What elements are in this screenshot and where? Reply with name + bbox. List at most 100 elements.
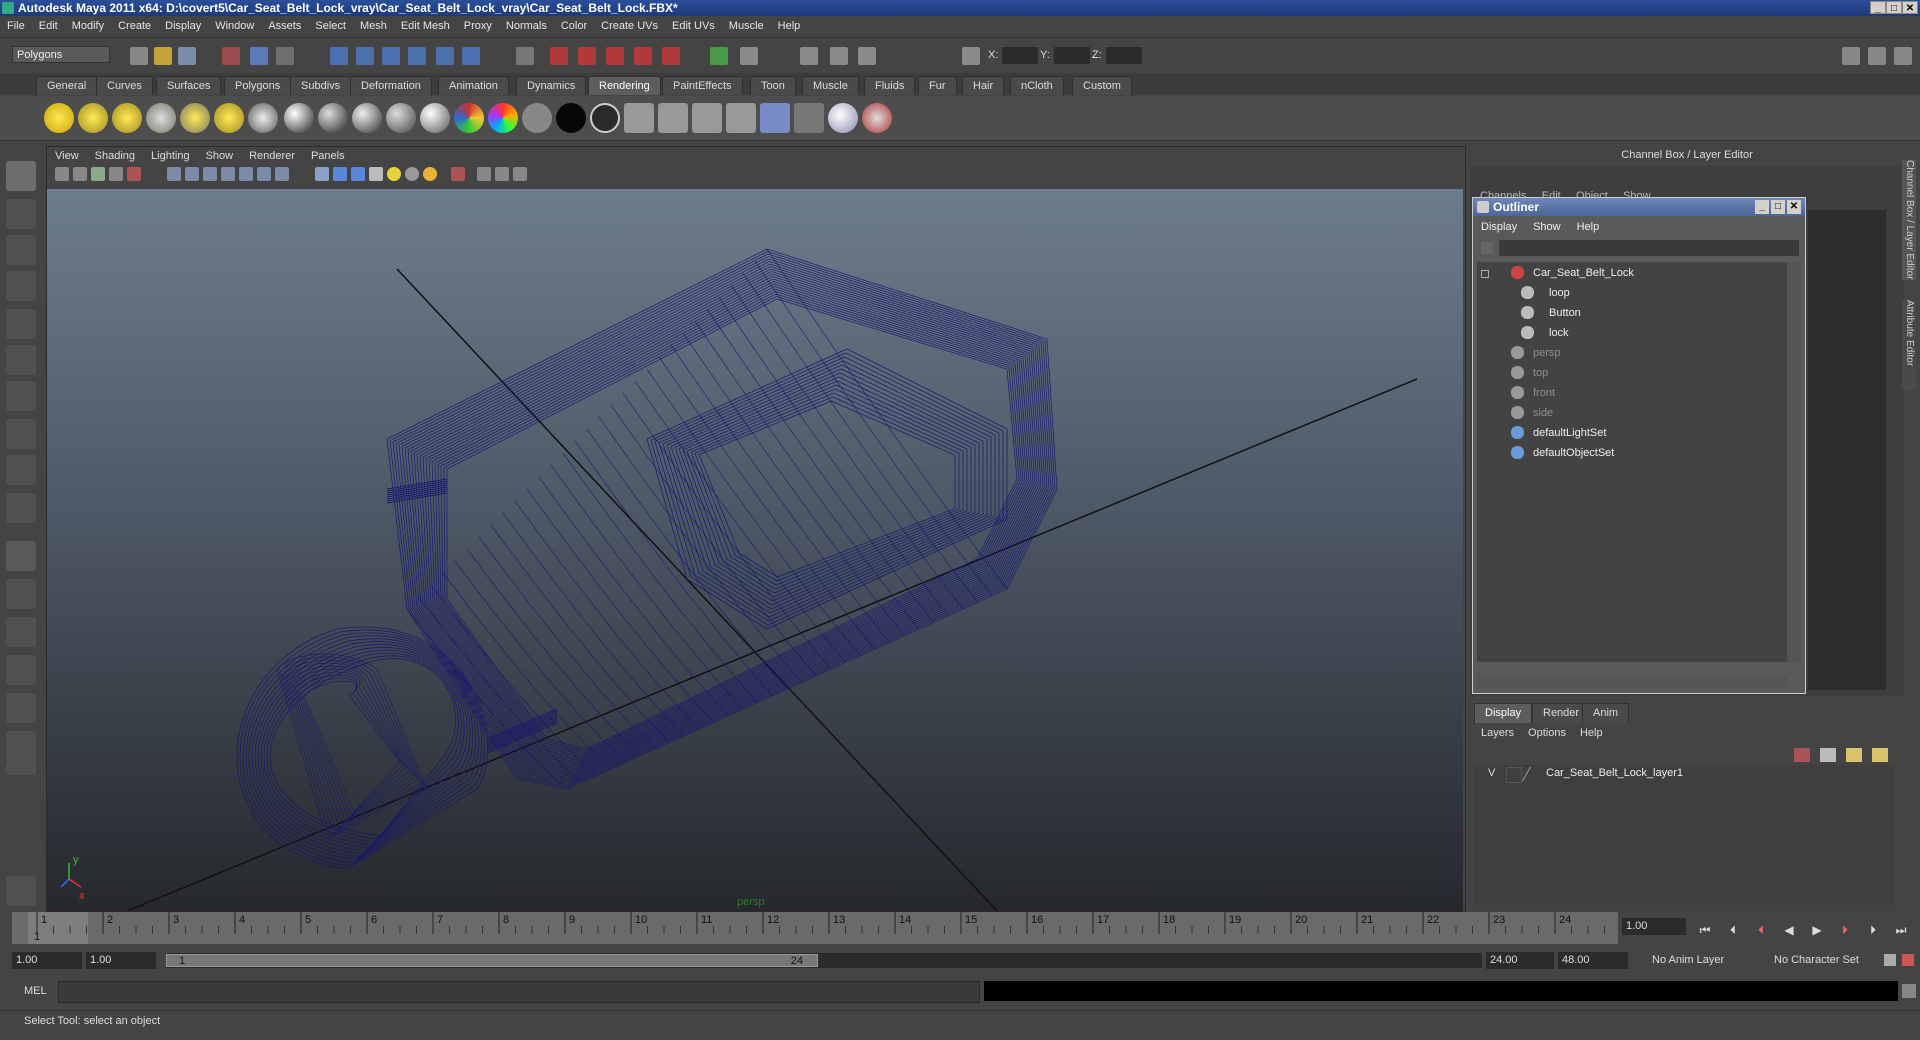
- outliner-item[interactable]: Car_Seat_Belt_Lock: [1481, 264, 1761, 282]
- graph-editor-layout-icon[interactable]: [6, 731, 36, 761]
- area-light-icon[interactable]: [180, 103, 210, 133]
- menu-file[interactable]: File: [0, 17, 32, 36]
- shelf-tab-rendering[interactable]: Rendering: [588, 76, 661, 95]
- textured-icon[interactable]: [369, 167, 383, 181]
- outliner-item[interactable]: defaultObjectSet: [1481, 444, 1761, 462]
- outliner-filter-field[interactable]: [1499, 240, 1799, 256]
- shelf-tab-toon[interactable]: Toon: [750, 76, 796, 95]
- snap-live-icon[interactable]: [436, 47, 454, 65]
- current-time-field[interactable]: 1.00: [1622, 918, 1686, 935]
- backface-culling-icon[interactable]: [513, 167, 527, 181]
- attribute-editor-toggle-icon[interactable]: [1842, 47, 1860, 65]
- menu-edit-mesh[interactable]: Edit Mesh: [394, 17, 457, 36]
- viewport-3d[interactable]: y x persp: [47, 189, 1463, 911]
- play-forwards-icon[interactable]: ▶: [1808, 922, 1826, 938]
- four-view-layout-icon[interactable]: [6, 579, 36, 609]
- shelf-tab-surfaces[interactable]: Surfaces: [156, 76, 222, 95]
- layer-move-icon[interactable]: [1872, 748, 1888, 762]
- shelf-tab-custom[interactable]: Custom: [1072, 76, 1132, 95]
- hypershade-icon[interactable]: [634, 47, 652, 65]
- render-frame-icon[interactable]: [550, 47, 568, 65]
- layer-menu-help[interactable]: Help: [1573, 724, 1610, 742]
- paint-select-tool-icon[interactable]: [6, 235, 36, 265]
- history-icon[interactable]: [462, 47, 480, 65]
- step-back-frame-icon[interactable]: ⏴: [1752, 922, 1770, 938]
- texture-editor-icon[interactable]: [248, 103, 278, 133]
- tool-settings-toggle-icon[interactable]: [1868, 47, 1886, 65]
- phonge-shader-icon[interactable]: [420, 103, 450, 133]
- animation-preferences-icon[interactable]: [1902, 954, 1914, 966]
- auto-key-icon[interactable]: [1884, 954, 1896, 966]
- layer-options-icon[interactable]: [1846, 748, 1862, 762]
- step-back-key-icon[interactable]: ⏴: [1724, 922, 1742, 938]
- two-d-pan-icon[interactable]: [127, 167, 141, 181]
- y-field[interactable]: [1054, 47, 1090, 64]
- anim-layer-dropdown[interactable]: No Anim Layer: [1648, 952, 1758, 969]
- ipr-render-icon[interactable]: [578, 47, 596, 65]
- range-slider-handle[interactable]: 1 24: [166, 954, 818, 967]
- select-tool-icon[interactable]: [6, 161, 36, 191]
- panel-menu-show[interactable]: Show: [198, 147, 242, 165]
- menu-assets[interactable]: Assets: [261, 17, 308, 36]
- anisotropic-shader-icon[interactable]: [284, 103, 314, 133]
- menu-set-dropdown[interactable]: Polygons: [12, 46, 110, 63]
- transform-mode-icon[interactable]: [962, 47, 980, 65]
- new-scene-icon[interactable]: [130, 47, 148, 65]
- wireframe-model[interactable]: y x persp: [47, 189, 1463, 911]
- show-manipulator-icon[interactable]: [6, 455, 36, 485]
- menu-display[interactable]: Display: [158, 17, 208, 36]
- shelf-tab-subdivs[interactable]: Subdivs: [290, 76, 352, 95]
- rename-icon[interactable]: [858, 47, 876, 65]
- surface-shader-icon[interactable]: [556, 103, 586, 133]
- character-set-dropdown[interactable]: No Character Set: [1770, 952, 1878, 969]
- render-view-icon[interactable]: [662, 47, 680, 65]
- go-to-end-icon[interactable]: ⏭: [1892, 922, 1910, 938]
- select-object-icon[interactable]: [250, 47, 268, 65]
- single-perspective-layout-icon[interactable]: [6, 541, 36, 571]
- snap-point-icon[interactable]: [382, 47, 400, 65]
- shelf-tab-deformation[interactable]: Deformation: [350, 76, 432, 95]
- outliner-item[interactable]: loop: [1521, 284, 1801, 302]
- layer-row[interactable]: V Car_Seat_Belt_Lock_layer1: [1474, 765, 1894, 783]
- range-start-field[interactable]: 1.00: [12, 952, 82, 969]
- select-component-icon[interactable]: [276, 47, 294, 65]
- film-gate-icon[interactable]: [185, 167, 199, 181]
- lock-icon[interactable]: [516, 47, 534, 65]
- shelf-tab-fluids[interactable]: Fluids: [864, 76, 916, 95]
- outliner-close-icon[interactable]: ✕: [1787, 200, 1801, 214]
- command-input[interactable]: [58, 981, 980, 1003]
- panel-menu-panels[interactable]: Panels: [303, 147, 353, 165]
- outliner-item[interactable]: lock: [1521, 324, 1801, 342]
- menu-create[interactable]: Create: [111, 17, 158, 36]
- menu-mesh[interactable]: Mesh: [353, 17, 394, 36]
- shelf-tab-hair[interactable]: Hair: [962, 76, 1005, 95]
- smooth-shade-icon[interactable]: [333, 167, 347, 181]
- shelf-tab-curves[interactable]: Curves: [96, 76, 153, 95]
- bookmark-icon[interactable]: [91, 167, 105, 181]
- blinn-shader-icon[interactable]: [318, 103, 348, 133]
- step-forward-frame-icon[interactable]: ⏵: [1836, 922, 1854, 938]
- high-quality-icon[interactable]: [423, 167, 437, 181]
- layer-visibility-toggle[interactable]: V: [1488, 767, 1495, 779]
- snap-plane-icon[interactable]: [408, 47, 426, 65]
- scale-tool-icon[interactable]: [6, 345, 36, 375]
- panel-menu-renderer[interactable]: Renderer: [241, 147, 303, 165]
- camera-icon[interactable]: [55, 167, 69, 181]
- filter-icon[interactable]: [1481, 242, 1493, 254]
- range-slider-track[interactable]: 1 24: [166, 953, 1482, 968]
- field-chart-icon[interactable]: [239, 167, 253, 181]
- outliner-item[interactable]: persp: [1481, 344, 1761, 362]
- persp-graph-layout-icon[interactable]: [6, 655, 36, 685]
- safe-action-icon[interactable]: [257, 167, 271, 181]
- use-all-lights-icon[interactable]: [387, 167, 401, 181]
- minimize-icon[interactable]: _: [1870, 1, 1886, 14]
- absolute-transform-icon[interactable]: [800, 47, 818, 65]
- select-hierarchy-icon[interactable]: [222, 47, 240, 65]
- layer-tab-anim[interactable]: Anim: [1582, 703, 1630, 723]
- expand-toggle-icon[interactable]: [1481, 270, 1489, 278]
- x-field[interactable]: [1002, 47, 1038, 64]
- ambient-light-icon[interactable]: [44, 103, 74, 133]
- shadows-icon[interactable]: [405, 167, 419, 181]
- outliner-item[interactable]: side: [1481, 404, 1761, 422]
- shelf-tab-dynamics[interactable]: Dynamics: [516, 76, 587, 95]
